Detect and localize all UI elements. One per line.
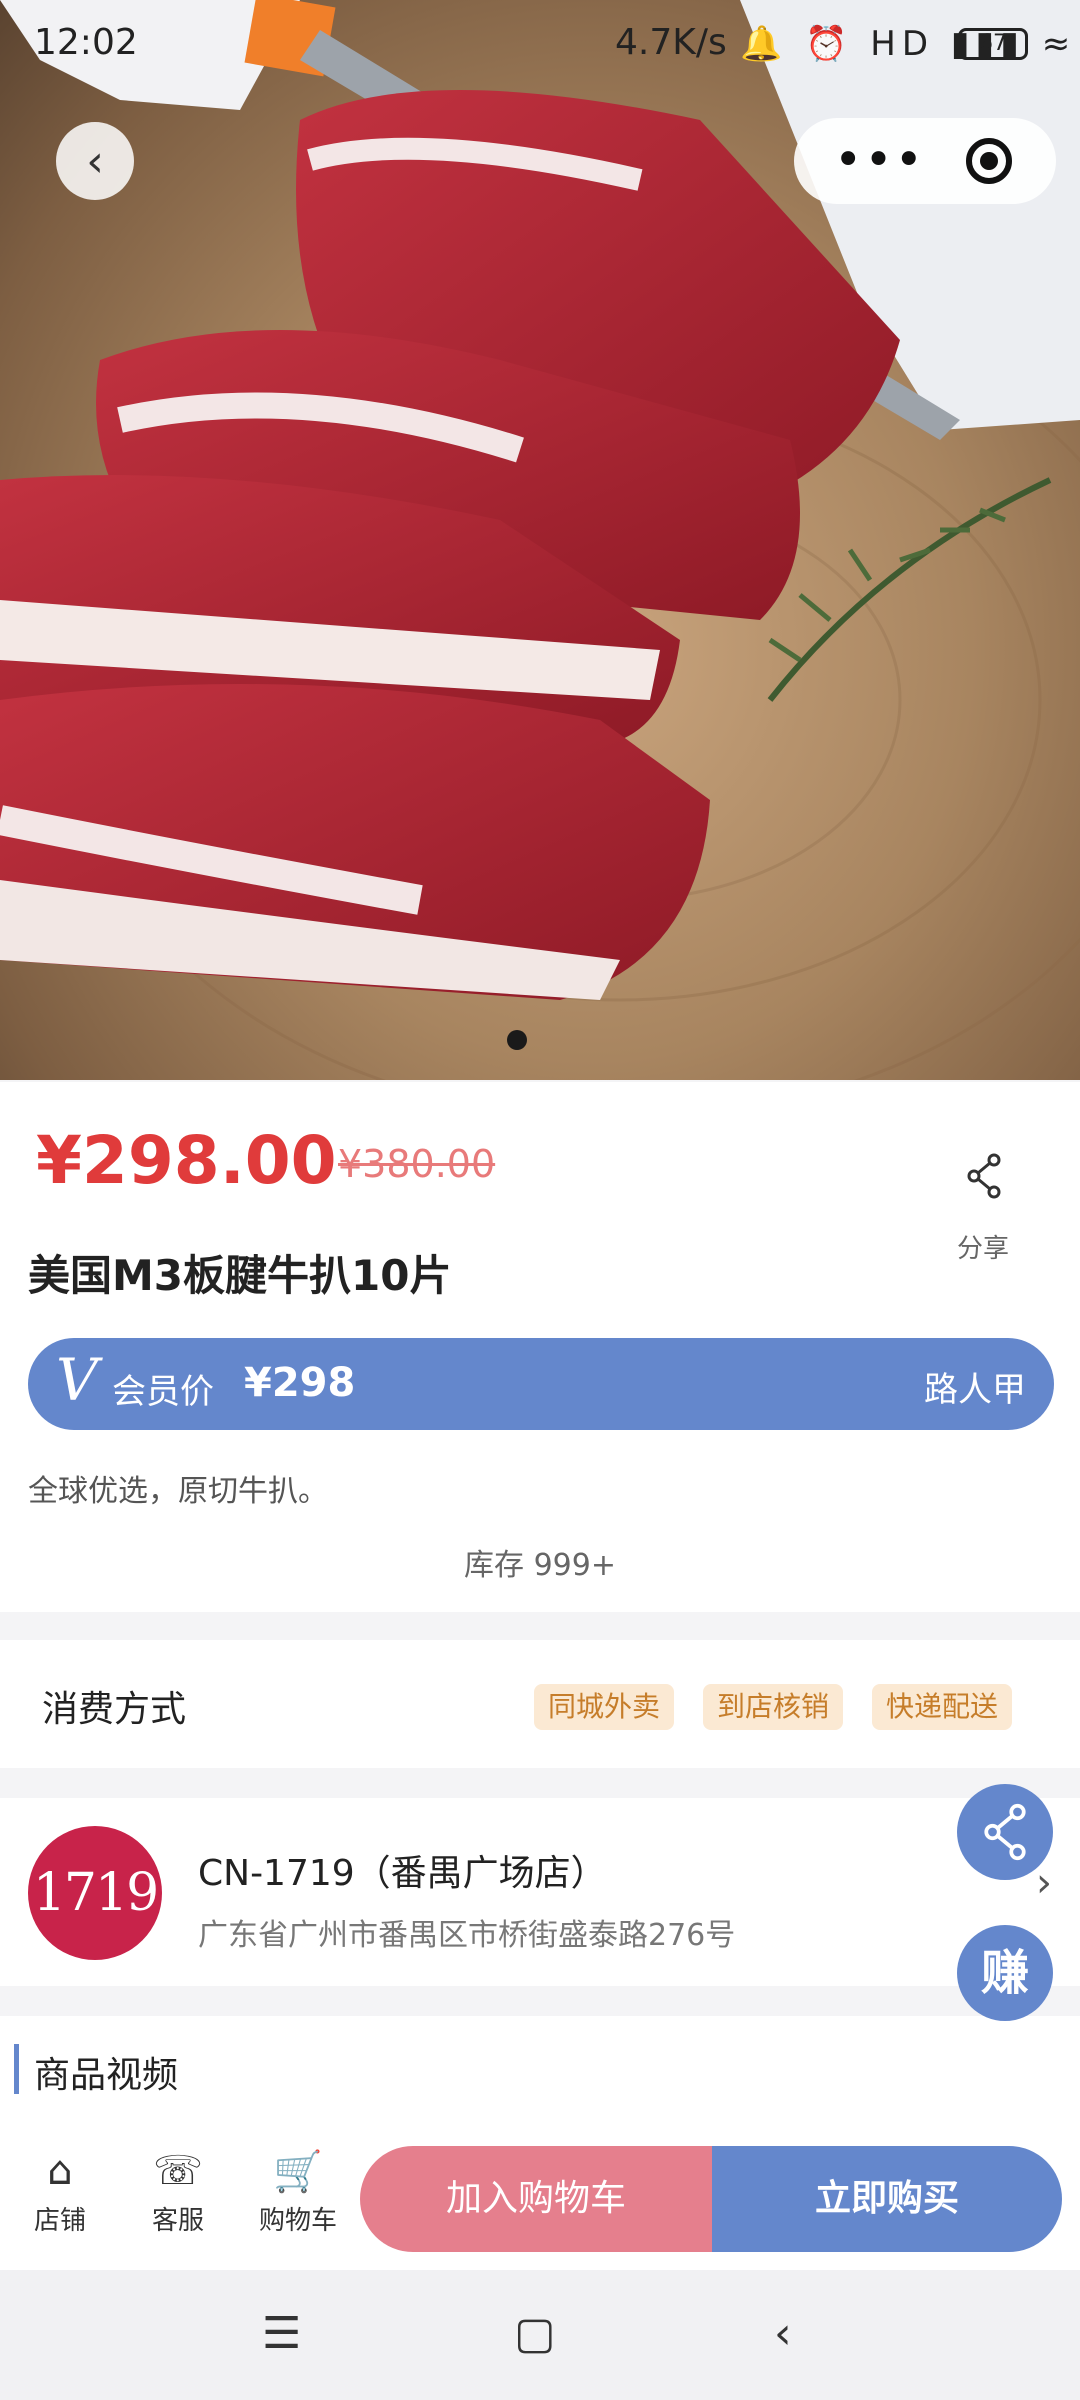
member-price-bar[interactable]: V 会员价 ¥298 路人甲 [28, 1338, 1054, 1430]
section-accent-bar [14, 2044, 19, 2094]
product-info-card: ¥298.00 ¥380.00 分享 美国M3板腱牛扒10片 V 会员价 ¥29… [0, 1082, 1080, 1612]
floating-share-button[interactable] [957, 1784, 1053, 1880]
product-title: 美国M3板腱牛扒10片 [28, 1251, 452, 1300]
stock-count: 库存 999+ [464, 1548, 616, 1583]
store-logo: 1719 [28, 1826, 162, 1960]
carousel-indicator [507, 1030, 527, 1050]
member-level: 路人甲 [924, 1370, 1026, 1410]
chevron-left-icon: ‹ [86, 135, 104, 187]
share-icon[interactable] [964, 1152, 1004, 1210]
status-bar: 12:02 4.7K/s 🔔 ⏰ HD ▮▮▮ ≈ 67 [0, 22, 1080, 72]
floating-earn-button[interactable]: 赚 [957, 1925, 1053, 2021]
product-description: 全球优选，原切牛扒。 [28, 1474, 328, 1509]
home-icon[interactable]: ▢ [514, 2308, 556, 2359]
tag-local-delivery: 同城外卖 [534, 1684, 675, 1730]
tab-service[interactable]: ☏ 客服 [128, 2148, 228, 2237]
tag-store-pickup: 到店核销 [703, 1684, 844, 1730]
product-image[interactable]: 12:02 4.7K/s 🔔 ⏰ HD ▮▮▮ ≈ 67 ‹ ••• [0, 0, 1080, 1080]
back-button[interactable]: ‹ [56, 122, 134, 200]
tab-service-label: 客服 [151, 2206, 204, 2236]
share-label[interactable]: 分享 [957, 1228, 1009, 1265]
more-icon[interactable]: ••• [834, 132, 925, 188]
consumption-section: 消费方式 同城外卖 到店核销 快递配送 [0, 1640, 1080, 1768]
tab-cart[interactable]: 🛒 购物车 [248, 2148, 348, 2237]
original-price: ¥380.00 [338, 1142, 496, 1186]
menu-icon[interactable]: ☰ [262, 2308, 301, 2359]
bottom-action-bar: ⌂ 店铺 ☏ 客服 🛒 购物车 加入购物车 立即购买 [0, 2124, 1080, 2270]
store-name: CN-1719（番禺广场店） [198, 1853, 607, 1894]
tab-shop-label: 店铺 [33, 2206, 86, 2236]
system-navigation-bar: ☰ ▢ ‹ [0, 2270, 1080, 2400]
member-price-label: 会员价 [112, 1372, 214, 1412]
add-to-cart-button[interactable]: 加入购物车 [360, 2146, 712, 2252]
store-address: 广东省广州市番禺区市桥街盛泰路276号 [198, 1918, 736, 1953]
share-icon [984, 1803, 1026, 1861]
current-price: ¥298.00 [36, 1122, 337, 1199]
mini-program-capsule: ••• [794, 118, 1056, 204]
vip-badge: V [56, 1346, 98, 1414]
back-icon[interactable]: ‹ [774, 2308, 792, 2359]
tab-shop[interactable]: ⌂ 店铺 [10, 2148, 110, 2237]
shop-icon: ⌂ [47, 2148, 73, 2194]
tag-express: 快递配送 [872, 1684, 1013, 1730]
target-icon[interactable] [966, 138, 1012, 184]
consumption-heading: 消费方式 [42, 1689, 187, 1730]
buy-now-button[interactable]: 立即购买 [712, 2146, 1062, 2252]
chevron-right-icon: › [1036, 1860, 1052, 1906]
tab-cart-label: 购物车 [258, 2206, 337, 2236]
member-price: ¥298 [244, 1360, 356, 1406]
network-speed: 4.7K/s [615, 22, 727, 63]
product-video-heading: 商品视频 [34, 2055, 179, 2096]
cart-icon: 🛒 [273, 2149, 323, 2195]
battery-icon: 67 [958, 28, 1028, 60]
service-icon: ☏ [152, 2148, 204, 2194]
product-video-section: 商品视频 [0, 2016, 1080, 2126]
store-card[interactable]: 1719 CN-1719（番禺广场店） 广东省广州市番禺区市桥街盛泰路276号 … [0, 1798, 1080, 1986]
status-time: 12:02 [34, 22, 138, 63]
